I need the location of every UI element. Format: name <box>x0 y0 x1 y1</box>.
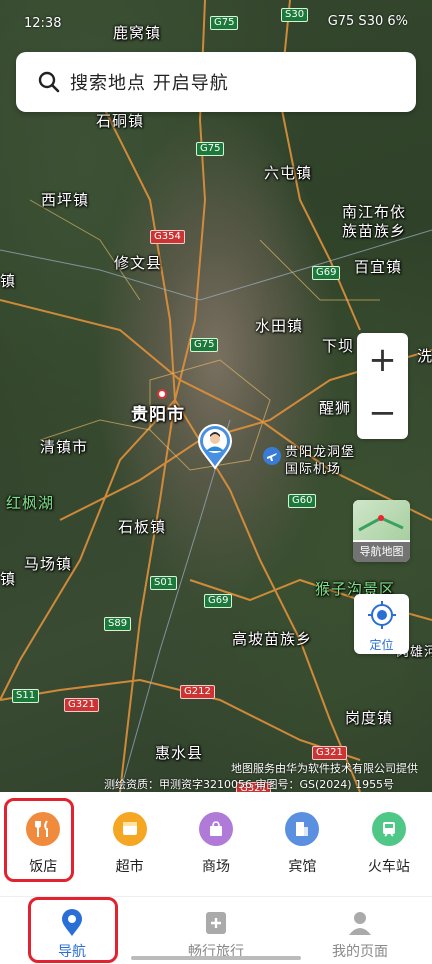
place-label: 镇 <box>0 272 17 290</box>
user-location-icon[interactable] <box>197 424 233 470</box>
category-hotel[interactable]: 宾馆 <box>259 792 345 896</box>
place-label: 六屯镇 <box>264 164 313 182</box>
place-label: 水田镇 <box>255 317 304 335</box>
category-label: 宾馆 <box>288 859 317 875</box>
highway-shield: G75 <box>196 142 225 156</box>
travel-icon <box>206 912 226 934</box>
map-view[interactable]: 鹿窝镇 石硐镇 六屯镇 西坪镇 南江布依 族苗族乡 修文县 百宜镇 镇 水田镇 … <box>0 0 432 792</box>
highway-shield: G321 <box>312 746 347 760</box>
city-pin-icon <box>157 389 167 399</box>
category-mall[interactable]: 商场 <box>173 792 259 896</box>
search-placeholder: 搜索地点 开启导航 <box>70 73 229 94</box>
category-supermarket[interactable]: 超市 <box>86 792 172 896</box>
highway-shield: G75 <box>190 338 219 352</box>
zoom-controls: + − <box>357 333 408 439</box>
highway-shield: G60 <box>288 494 317 508</box>
category-train-station[interactable]: 火车站 <box>346 792 432 896</box>
locate-label: 定位 <box>369 638 394 652</box>
place-label: 西坪镇 <box>41 191 90 209</box>
place-label-city: 贵阳市 <box>131 405 185 425</box>
highway-shield: G69 <box>312 266 341 280</box>
category-bar: 饭店 超市 商场 宾馆 火车站 <box>0 792 432 896</box>
location-pin-icon <box>62 909 82 936</box>
search-icon <box>38 71 60 93</box>
place-label: 岗度镇 <box>345 709 394 727</box>
nav-map-label: 导航地图 <box>353 542 410 562</box>
zoom-in-button[interactable]: + <box>357 333 408 386</box>
place-label: 南江布依 <box>342 203 407 221</box>
place-label: 石板镇 <box>118 518 167 536</box>
nav-map-thumbnail <box>353 500 410 540</box>
hotel-icon <box>285 812 320 846</box>
zoom-out-button[interactable]: − <box>357 386 408 439</box>
place-label-lake: 红枫湖 <box>6 494 55 512</box>
category-restaurant[interactable]: 饭店 <box>0 792 86 896</box>
map-attribution: 地图服务由华为软件技术有限公司提供 <box>231 762 418 775</box>
highway-shield: S01 <box>150 576 178 590</box>
highway-shield: G354 <box>150 230 185 244</box>
tab-label: 导航 <box>58 944 86 960</box>
place-label: 族苗族乡 <box>342 222 407 240</box>
status-time: 12:38 <box>24 16 62 31</box>
place-label: 石硐镇 <box>96 112 145 130</box>
place-label: 马场镇 <box>24 555 73 573</box>
tab-navigation[interactable]: 导航 <box>0 897 144 964</box>
place-label-airport: 国际机场 <box>285 462 342 477</box>
place-label: 洗 <box>417 347 432 365</box>
mall-icon <box>199 812 234 846</box>
tab-travel[interactable]: 畅行旅行 <box>144 897 288 964</box>
place-label: 惠水县 <box>155 744 204 762</box>
category-label: 饭店 <box>29 859 58 875</box>
status-bar: 12:38 G75 S30 6% <box>0 0 432 44</box>
locate-button[interactable]: 定位 <box>354 594 409 654</box>
airport-icon <box>263 447 281 465</box>
place-label: 修文县 <box>114 254 163 272</box>
highway-shield: S89 <box>104 617 132 631</box>
highway-shield: G321 <box>64 698 99 712</box>
place-label: 下坝 <box>322 337 355 355</box>
highway-shield: G212 <box>180 685 215 699</box>
restaurant-icon <box>26 812 61 846</box>
train-icon <box>371 812 406 846</box>
crosshair-icon <box>367 601 396 629</box>
place-label: 清镇市 <box>40 438 89 456</box>
place-label: 百宜镇 <box>354 258 403 276</box>
nav-map-button[interactable]: 导航地图 <box>353 500 410 562</box>
supermarket-icon <box>112 812 147 846</box>
category-label: 超市 <box>115 859 144 875</box>
profile-icon <box>349 912 371 935</box>
place-label: 镇 <box>0 570 17 588</box>
search-bar[interactable]: 搜索地点 开启导航 <box>16 52 416 112</box>
place-label: 高坡苗族乡 <box>232 630 313 648</box>
highway-shield: S11 <box>12 689 40 703</box>
place-label: 醒狮 <box>319 399 352 417</box>
nav-map-icon <box>358 515 404 532</box>
category-label: 火车站 <box>367 859 410 875</box>
tab-profile[interactable]: 我的页面 <box>288 897 432 964</box>
tab-label: 我的页面 <box>332 944 388 960</box>
map-license: 测绘资质：甲测资字3210056 审图号：GS(2024) 1955号 <box>104 778 395 791</box>
category-label: 商场 <box>202 859 231 875</box>
highway-shield: G69 <box>204 594 233 608</box>
status-icons: G75 S30 6% <box>327 14 408 29</box>
bottom-nav: 导航 畅行旅行 我的页面 <box>0 896 432 964</box>
home-indicator <box>131 956 301 960</box>
